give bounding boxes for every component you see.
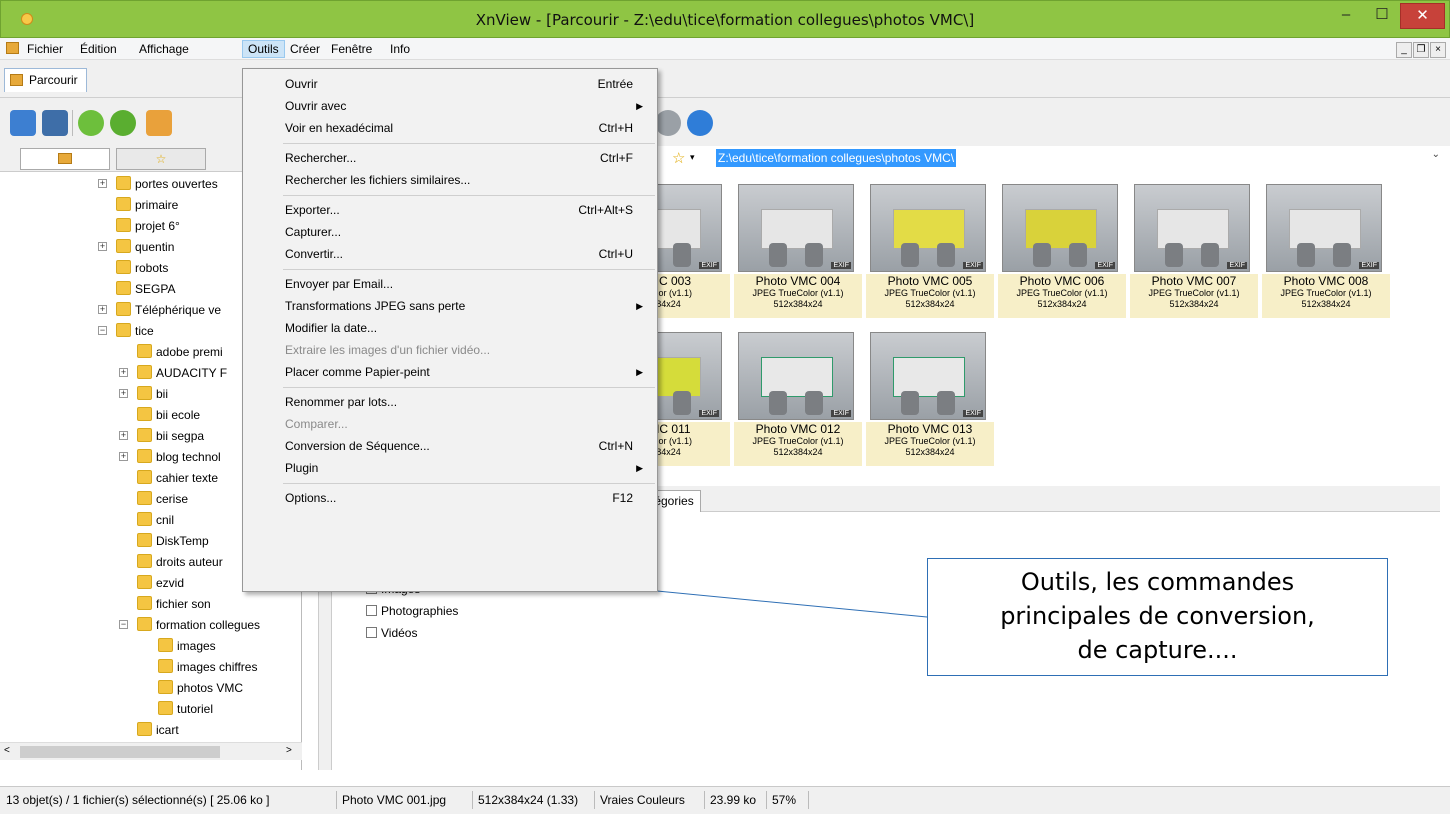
menu-item-label: Modifier la date...: [285, 321, 378, 335]
status-separator: [336, 791, 337, 809]
status-dimensions: 512x384x24 (1.33): [478, 793, 579, 807]
status-separator: [808, 791, 809, 809]
menu-separator: [283, 195, 655, 196]
status-filesize: 23.99 ko: [710, 793, 757, 807]
status-selection: 13 objet(s) / 1 fichier(s) sélectionné(s…: [6, 793, 270, 807]
menu-item-comparer: Comparer...: [245, 413, 655, 435]
callout-line-1: Outils, les commandes: [1020, 568, 1295, 596]
submenu-arrow-icon: ▶: [636, 463, 643, 473]
menu-separator: [283, 269, 655, 270]
menu-item-modifier-date[interactable]: Modifier la date...: [245, 317, 655, 339]
menu-item-label: Capturer...: [285, 225, 342, 239]
menu-item-hexadecimal[interactable]: Voir en hexadécimal Ctrl+H: [245, 117, 655, 139]
submenu-arrow-icon: ▶: [636, 301, 643, 311]
menu-item-label: Envoyer par Email...: [285, 277, 394, 291]
menu-item-shortcut: F12: [612, 491, 633, 505]
menu-separator: [283, 387, 655, 388]
menu-item-capturer[interactable]: Capturer...: [245, 221, 655, 243]
status-bar: 13 objet(s) / 1 fichier(s) sélectionné(s…: [0, 786, 1450, 814]
menu-item-conversion-sequence[interactable]: Conversion de Séquence... Ctrl+N: [245, 435, 655, 457]
menu-item-label: Renommer par lots...: [285, 395, 398, 409]
menu-item-exporter[interactable]: Exporter... Ctrl+Alt+S: [245, 199, 655, 221]
menu-item-label: Comparer...: [285, 417, 348, 431]
menu-item-rechercher[interactable]: Rechercher... Ctrl+F: [245, 147, 655, 169]
menu-item-email[interactable]: Envoyer par Email...: [245, 273, 655, 295]
menu-item-label: Exporter...: [285, 203, 340, 217]
outils-menu: Ouvrir Entrée Ouvrir avec ▶ Voir en hexadé…: [242, 68, 658, 592]
menu-item-transformations-jpeg[interactable]: Transformations JPEG sans perte ▶: [245, 295, 655, 317]
menu-item-fichiers-similaires[interactable]: Rechercher les fichiers similaires...: [245, 169, 655, 191]
menu-item-papier-peint[interactable]: Placer comme Papier-peint ▶: [245, 361, 655, 383]
menu-item-ouvrir-avec[interactable]: Ouvrir avec ▶: [245, 95, 655, 117]
status-separator: [472, 791, 473, 809]
menu-item-label: Conversion de Séquence...: [285, 439, 430, 453]
status-colors: Vraies Couleurs: [600, 793, 685, 807]
menu-item-label: Ouvrir: [285, 77, 318, 91]
menu-item-plugin[interactable]: Plugin ▶: [245, 457, 655, 479]
menu-item-label: Options...: [285, 491, 337, 505]
menu-item-extraire-video: Extraire les images d'un fichier vidéo..…: [245, 339, 655, 361]
status-separator: [766, 791, 767, 809]
status-separator: [704, 791, 705, 809]
submenu-arrow-icon: ▶: [636, 101, 643, 111]
menu-item-label: Placer comme Papier-peint: [285, 365, 430, 379]
menu-item-shortcut: Entrée: [597, 77, 633, 91]
menu-item-shortcut: Ctrl+Alt+S: [578, 203, 633, 217]
submenu-arrow-icon: ▶: [636, 367, 643, 377]
menu-item-shortcut: Ctrl+F: [600, 151, 633, 165]
menu-separator: [283, 483, 655, 484]
menu-item-label: Plugin: [285, 461, 319, 475]
status-zoom: 57%: [772, 793, 797, 807]
menu-item-ouvrir[interactable]: Ouvrir Entrée: [245, 73, 655, 95]
menu-item-label: Ouvrir avec: [285, 99, 347, 113]
callout-leader-line: [459, 571, 928, 618]
annotation-callout: Outils, les commandes principales de con…: [927, 558, 1388, 676]
callout-line-2: principales de conversion,: [1000, 602, 1315, 630]
status-separator: [594, 791, 595, 809]
menu-separator: [283, 143, 655, 144]
menu-item-label: Rechercher les fichiers similaires...: [285, 173, 471, 187]
menu-item-shortcut: Ctrl+N: [598, 439, 633, 453]
menu-item-label: Extraire les images d'un fichier vidéo..…: [285, 343, 491, 357]
callout-line-3: de capture....: [1077, 636, 1238, 664]
menu-item-renommer-lots[interactable]: Renommer par lots...: [245, 391, 655, 413]
menu-item-shortcut: Ctrl+H: [598, 121, 633, 135]
menu-item-label: Rechercher...: [285, 151, 357, 165]
menu-item-label: Voir en hexadécimal: [285, 121, 394, 135]
menu-item-label: Transformations JPEG sans perte: [285, 299, 466, 313]
status-filename: Photo VMC 001.jpg: [342, 793, 447, 807]
menu-item-shortcut: Ctrl+U: [598, 247, 633, 261]
menu-item-convertir[interactable]: Convertir... Ctrl+U: [245, 243, 655, 265]
menu-item-options[interactable]: Options... F12: [245, 487, 655, 509]
menu-item-label: Convertir...: [285, 247, 344, 261]
